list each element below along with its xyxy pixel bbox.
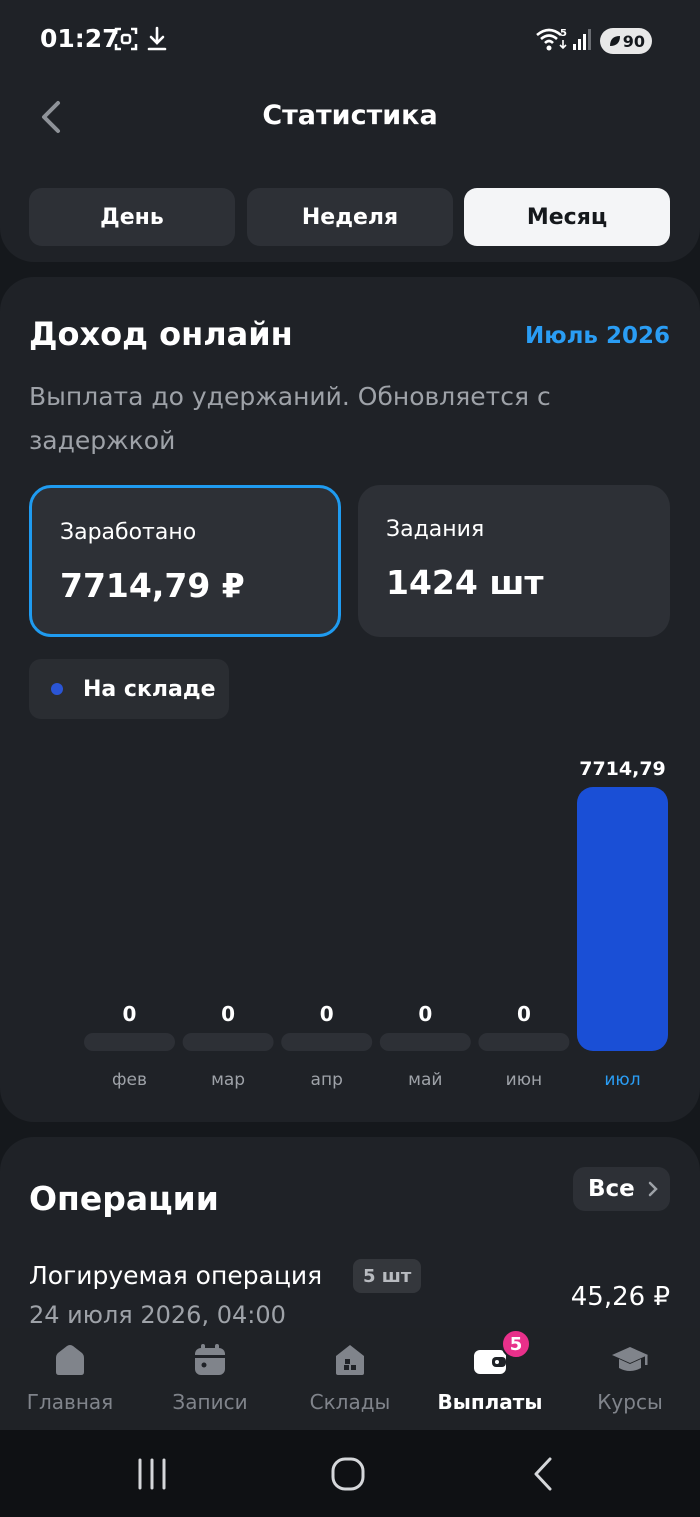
battery-icon: 90 [600, 28, 652, 54]
legend-chip[interactable]: На складе [29, 659, 229, 719]
bottom-nav: Главная Записи Склады Выплаты Курсы [0, 1328, 700, 1430]
all-operations-label: Все [588, 1176, 635, 1202]
tab-week[interactable]: Неделя [247, 188, 453, 246]
earned-value: 7714,79 ₽ [60, 566, 245, 605]
bar-фев[interactable] [84, 1033, 175, 1051]
bar-апр[interactable] [281, 1033, 373, 1051]
payouts-notification-badge: 5 [501, 1329, 531, 1359]
nav-label-courses: Курсы [597, 1390, 663, 1414]
signal-icon [573, 29, 591, 50]
x-tick-label: апр [311, 1070, 343, 1090]
nav-item-records[interactable]: Записи [140, 1328, 280, 1430]
bar-июн[interactable] [478, 1033, 570, 1051]
home-button[interactable] [330, 1454, 366, 1494]
status-time: 01:27 [40, 24, 120, 53]
warehouse-icon [336, 1345, 364, 1375]
period-tabs: День Неделя Месяц [29, 188, 671, 246]
tasks-value: 1424 шт [386, 563, 544, 602]
bar-июл[interactable] [577, 787, 668, 1051]
x-tick-label: мар [211, 1070, 245, 1090]
x-tick-label: фев [112, 1070, 147, 1090]
back-nav-button[interactable] [530, 1454, 558, 1494]
tasks-label: Задания [386, 517, 485, 542]
tab-day[interactable]: День [29, 188, 235, 246]
nav-item-courses[interactable]: Курсы [560, 1328, 700, 1430]
nav-item-payouts[interactable]: Выплаты [420, 1328, 560, 1430]
bar-value-label: 0 [418, 1002, 432, 1026]
home-icon [56, 1345, 84, 1375]
income-bar-chart: 0 фев 0 мар 0 апр 0 май 0 июн 7714,79 июл [84, 758, 668, 1090]
operation-count-badge: 5 шт [353, 1259, 422, 1293]
legend-dot [51, 683, 63, 695]
nav-label-payouts: Выплаты [437, 1390, 543, 1414]
month-selector[interactable]: Июль 2026 [525, 323, 670, 349]
nav-item-home[interactable]: Главная [0, 1328, 140, 1430]
earned-label: Заработано [60, 520, 197, 545]
legend-label: На складе [83, 676, 216, 702]
operation-date: 24 июля 2026, 04:00 [29, 1301, 286, 1329]
bar-мар[interactable] [182, 1033, 274, 1051]
nav-item-warehouses[interactable]: Склады [280, 1328, 420, 1430]
wifi-badge: 5 [560, 28, 567, 39]
bar-value-label: 0 [320, 1002, 334, 1026]
x-tick-label: июл [604, 1070, 640, 1090]
graduation-cap-icon [612, 1347, 648, 1371]
operation-name: Логируемая операция [29, 1261, 323, 1290]
income-title: Доход онлайн [29, 315, 293, 353]
status-bar: 01:27 5 90 [0, 0, 700, 80]
nav-label-home: Главная [26, 1390, 114, 1414]
recent-apps-button[interactable] [136, 1454, 168, 1494]
calendar-icon [195, 1344, 225, 1375]
income-subtitle: Выплата до удержаний. Обновляется с заде… [29, 382, 551, 455]
nav-label-warehouses: Склады [309, 1390, 391, 1414]
chevron-right-icon [648, 1181, 658, 1197]
operations-title: Операции [29, 1179, 219, 1218]
wifi-icon: 5 [536, 28, 567, 51]
battery-level: 90 [622, 31, 645, 51]
nav-label-records: Записи [172, 1390, 248, 1414]
tasks-stat[interactable]: Задания 1424 шт [358, 485, 670, 637]
bar-май[interactable] [379, 1033, 471, 1051]
tab-month[interactable]: Месяц [464, 188, 670, 246]
x-tick-label: май [408, 1070, 442, 1090]
x-tick-label: июн [506, 1070, 542, 1090]
screenshot-icon [114, 27, 138, 51]
system-nav-bar [0, 1430, 700, 1517]
bar-value-label: 0 [123, 1002, 137, 1026]
income-card: Доход онлайн Июль 2026 Выплата до удержа… [0, 277, 700, 1122]
earned-stat[interactable]: Заработано 7714,79 ₽ [29, 485, 341, 637]
bar-value-label: 0 [517, 1002, 531, 1026]
all-operations-button[interactable]: Все [573, 1167, 670, 1211]
bar-value-label: 7714,79 [579, 758, 666, 780]
page-title: Статистика [262, 100, 438, 131]
download-icon [147, 26, 167, 51]
leaf-icon [610, 36, 620, 46]
bar-value-label: 0 [221, 1002, 235, 1026]
operation-amount: 45,26 ₽ [570, 1282, 670, 1312]
